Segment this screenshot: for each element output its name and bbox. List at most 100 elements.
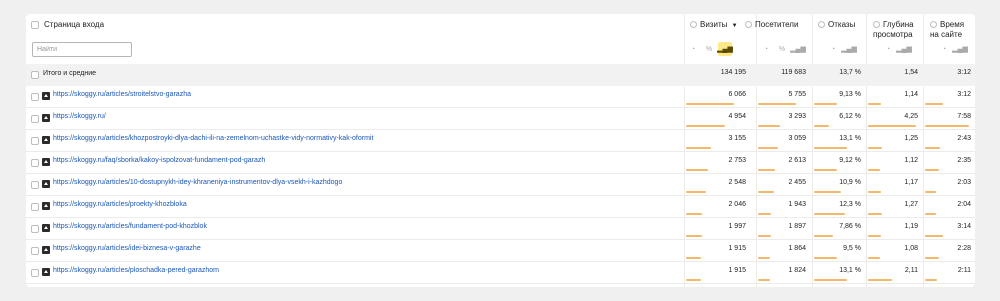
bar-visits	[686, 213, 702, 215]
row-checkbox[interactable]	[31, 269, 39, 277]
site-favicon-icon	[42, 158, 50, 166]
table-row[interactable]: https://skoggy.ru/articles/khozpostroyki…	[26, 130, 975, 152]
column-header-depth[interactable]: Глубина просмотра	[873, 20, 914, 40]
bar-depth	[868, 147, 882, 149]
view-toggle-visitors: ◔ % ▂▄▆	[759, 42, 806, 56]
bar-chart-icon[interactable]: ▂▄▆	[841, 42, 857, 56]
row-checkbox[interactable]	[31, 181, 39, 189]
sort-radio-visitors[interactable]	[745, 21, 752, 28]
pie-chart-icon[interactable]: ◔	[937, 42, 951, 56]
site-favicon-icon	[42, 202, 50, 210]
row-checkbox[interactable]	[31, 137, 39, 145]
table-row[interactable]: https://skoggy.ru/articles/idei-biznesa-…	[26, 240, 975, 262]
pie-chart-icon[interactable]: ◔	[759, 42, 773, 56]
cell-bounce: 9,13 %	[839, 91, 861, 98]
pie-chart-icon[interactable]: ◔	[881, 42, 895, 56]
entry-page-link[interactable]: https://skoggy.ru/articles/10-dostupnykh…	[53, 179, 342, 186]
cell-visitors: 1 864	[788, 245, 806, 252]
cell-visits: 1 915	[728, 267, 746, 274]
bar-visits	[686, 235, 702, 237]
row-checkbox[interactable]	[31, 115, 39, 123]
entry-page-link[interactable]: https://skoggy.ru/articles/stroitelstvo-…	[53, 91, 191, 98]
bar-visitors	[758, 125, 780, 127]
row-checkbox[interactable]	[31, 247, 39, 255]
entry-page-link[interactable]: https://skoggy.ru/articles/ploschadka-pe…	[53, 267, 219, 274]
totals-checkbox[interactable]	[31, 71, 39, 79]
bar-bounce	[814, 125, 829, 127]
column-header-visits[interactable]: Визиты ▼	[690, 20, 738, 31]
entry-page-link[interactable]: https://skoggy.ru/articles/fundament-pod…	[53, 223, 207, 230]
dimension-header: Страница входа	[44, 20, 105, 29]
row-checkbox[interactable]	[31, 93, 39, 101]
cell-depth: 1,08	[904, 245, 918, 252]
column-header-time[interactable]: Время на сайте	[930, 20, 964, 40]
cell-depth: 1,25	[904, 135, 918, 142]
pie-chart-icon[interactable]: ◔	[686, 42, 700, 56]
bar-bounce	[814, 103, 837, 105]
sort-radio-time[interactable]	[930, 21, 937, 28]
cell-bounce: 9,5 %	[843, 245, 861, 252]
pie-chart-icon[interactable]: ◔	[826, 42, 840, 56]
entry-page-link[interactable]: https://skoggy.ru/articles/khozpostroyki…	[53, 135, 373, 142]
entry-page-link[interactable]: https://skoggy.ru/faq/sborka/kakoy-ispol…	[53, 157, 265, 164]
table-row[interactable]: https://skoggy.ru/4 954 3 293 6,12 % 4,25 7:…	[26, 108, 975, 130]
entry-page-link[interactable]: https://skoggy.ru/articles/proekty-khozb…	[53, 201, 187, 208]
bar-bounce	[814, 257, 837, 259]
percent-icon[interactable]: %	[775, 42, 789, 56]
bar-bounce	[814, 169, 837, 171]
cell-time: 2:43	[957, 135, 971, 142]
table-row[interactable]: https://skoggy.ru/articles/proekty-khozb…	[26, 196, 975, 218]
bar-depth	[868, 169, 880, 171]
row-checkbox[interactable]	[31, 159, 39, 167]
table-row[interactable]: https://skoggy.ru/articles/10-dostupnykh…	[26, 174, 975, 196]
cell-visitors: 1 897	[788, 223, 806, 230]
bar-chart-icon[interactable]: ▂▄▆	[952, 42, 968, 56]
bar-chart-icon[interactable]: ▂▄▆	[896, 42, 912, 56]
bar-visitors	[758, 279, 770, 281]
row-checkbox[interactable]	[31, 203, 39, 211]
cell-visitors: 1 943	[788, 201, 806, 208]
search-input[interactable]	[32, 42, 132, 57]
sort-radio-bounce[interactable]	[818, 21, 825, 28]
percent-icon[interactable]: %	[702, 42, 716, 56]
bar-depth	[868, 213, 882, 215]
bar-depth	[868, 279, 892, 281]
cell-bounce: 6,12 %	[839, 113, 861, 120]
bar-visits	[686, 169, 708, 171]
cell-depth: 2,11	[904, 267, 918, 274]
sort-desc-icon: ▼	[731, 23, 738, 29]
cell-visits: 2 753	[728, 157, 746, 164]
sort-radio-visits[interactable]	[690, 21, 697, 28]
table-row[interactable]: https://skoggy.ru/faq/sborka/kakoy-ispol…	[26, 152, 975, 174]
bar-depth	[868, 235, 881, 237]
bar-time	[925, 103, 943, 105]
cell-time: 3:14	[957, 223, 971, 230]
table-header: Страница входа Визиты ▼ ◔ % ▂▄▆ Посетите…	[26, 14, 975, 64]
table-row[interactable]: https://skoggy.ru/articles/ploschadka-pe…	[26, 262, 975, 284]
sort-radio-depth[interactable]	[873, 21, 880, 28]
entry-page-link[interactable]: https://skoggy.ru/articles/idei-biznesa-…	[53, 245, 201, 252]
table-row[interactable]: https://skoggy.ru/articles/fundament-pod…	[26, 218, 975, 240]
bar-visits	[686, 147, 711, 149]
select-all-checkbox[interactable]	[31, 21, 39, 29]
view-toggle-bounce: ◔ ▂▄▆	[826, 42, 857, 56]
cell-time: 2:11	[957, 267, 971, 274]
cell-time: 3:12	[957, 91, 971, 98]
cell-visitors: 2 613	[788, 157, 806, 164]
column-header-visitors[interactable]: Посетители	[745, 20, 798, 30]
bar-time	[925, 235, 943, 237]
cell-bounce: 9,12 %	[839, 157, 861, 164]
site-favicon-icon	[42, 92, 50, 100]
view-toggle-time: ◔ ▂▄▆	[937, 42, 968, 56]
cell-visits: 4 954	[728, 113, 746, 120]
bar-bounce	[814, 147, 847, 149]
bar-chart-icon[interactable]: ▂▄▆	[717, 42, 733, 56]
table-row[interactable]: https://skoggy.ru/articles/stroitelstvo-…	[26, 86, 975, 108]
site-favicon-icon	[42, 224, 50, 232]
bar-chart-icon[interactable]: ▂▄▆	[790, 42, 806, 56]
entry-page-link[interactable]: https://skoggy.ru/	[53, 113, 106, 120]
cell-time: 2:03	[957, 179, 971, 186]
column-header-bounce[interactable]: Отказы	[818, 20, 855, 30]
row-checkbox[interactable]	[31, 225, 39, 233]
bar-visitors	[758, 169, 775, 171]
